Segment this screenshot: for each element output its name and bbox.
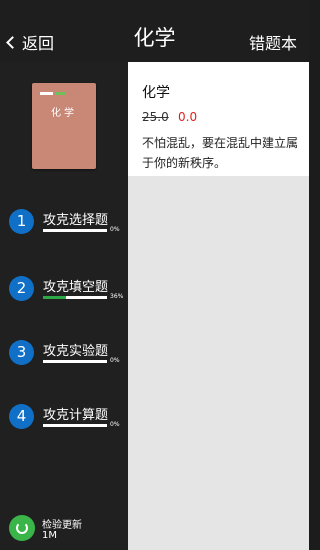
- title-bar: 返回 化学 错题本: [0, 0, 309, 62]
- original-price: 25.0: [142, 110, 169, 124]
- progress-text: 0%: [110, 357, 120, 364]
- progress-text: 36%: [110, 293, 124, 300]
- module-number: 2: [9, 276, 34, 301]
- refresh-icon: [9, 515, 35, 541]
- module-number: 3: [9, 340, 34, 365]
- progress-bar: [43, 229, 107, 232]
- wrong-book-button[interactable]: 错题本: [249, 30, 297, 54]
- module-item-fill-blank[interactable]: 2 攻克填空题 36%: [9, 276, 124, 312]
- module-number: 1: [9, 209, 34, 234]
- module-label: 攻克实验题: [43, 344, 109, 359]
- progress-bar: [43, 296, 107, 299]
- chevron-left-icon: [6, 36, 19, 49]
- sidebar: 化学 1 攻克选择题 0% 2 攻克填空题 36% 3 攻克实验题 0% 4 攻…: [0, 62, 128, 550]
- update-label: 检验更新: [42, 520, 82, 531]
- book-cover[interactable]: 化学: [32, 83, 96, 169]
- update-size: 1M: [42, 530, 57, 541]
- progress-fill: [43, 296, 67, 299]
- current-price: 0.0: [178, 110, 198, 124]
- module-item-choice[interactable]: 1 攻克选择题 0%: [9, 209, 124, 245]
- progress-text: 0%: [110, 421, 120, 428]
- module-label: 攻克选择题: [43, 213, 109, 228]
- main-content: 化学 25.0 0.0 不怕混乱，要在混乱中建立属于你的新秩序。: [128, 62, 309, 550]
- detail-description: 不怕混乱，要在混乱中建立属于你的新秩序。: [142, 136, 299, 170]
- module-item-calculation[interactable]: 4 攻克计算题 0%: [9, 404, 124, 440]
- module-item-experiment[interactable]: 3 攻克实验题 0%: [9, 340, 124, 376]
- progress-bar: [43, 360, 107, 363]
- cover-title: 化学: [51, 108, 77, 119]
- module-number: 4: [9, 404, 34, 429]
- publisher-logo-icon: [40, 92, 53, 95]
- module-label: 攻克填空题: [43, 280, 109, 295]
- badge-icon: [55, 92, 66, 95]
- progress-text: 0%: [110, 226, 120, 233]
- detail-title: 化学: [142, 85, 170, 101]
- back-button[interactable]: 返回: [6, 30, 55, 54]
- progress-bar: [43, 424, 107, 427]
- check-update-button[interactable]: 检验更新 1M: [9, 512, 124, 542]
- back-label: 返回: [22, 34, 55, 53]
- book-detail-card: 化学 25.0 0.0 不怕混乱，要在混乱中建立属于你的新秩序。: [128, 62, 309, 176]
- module-label: 攻克计算题: [43, 408, 109, 423]
